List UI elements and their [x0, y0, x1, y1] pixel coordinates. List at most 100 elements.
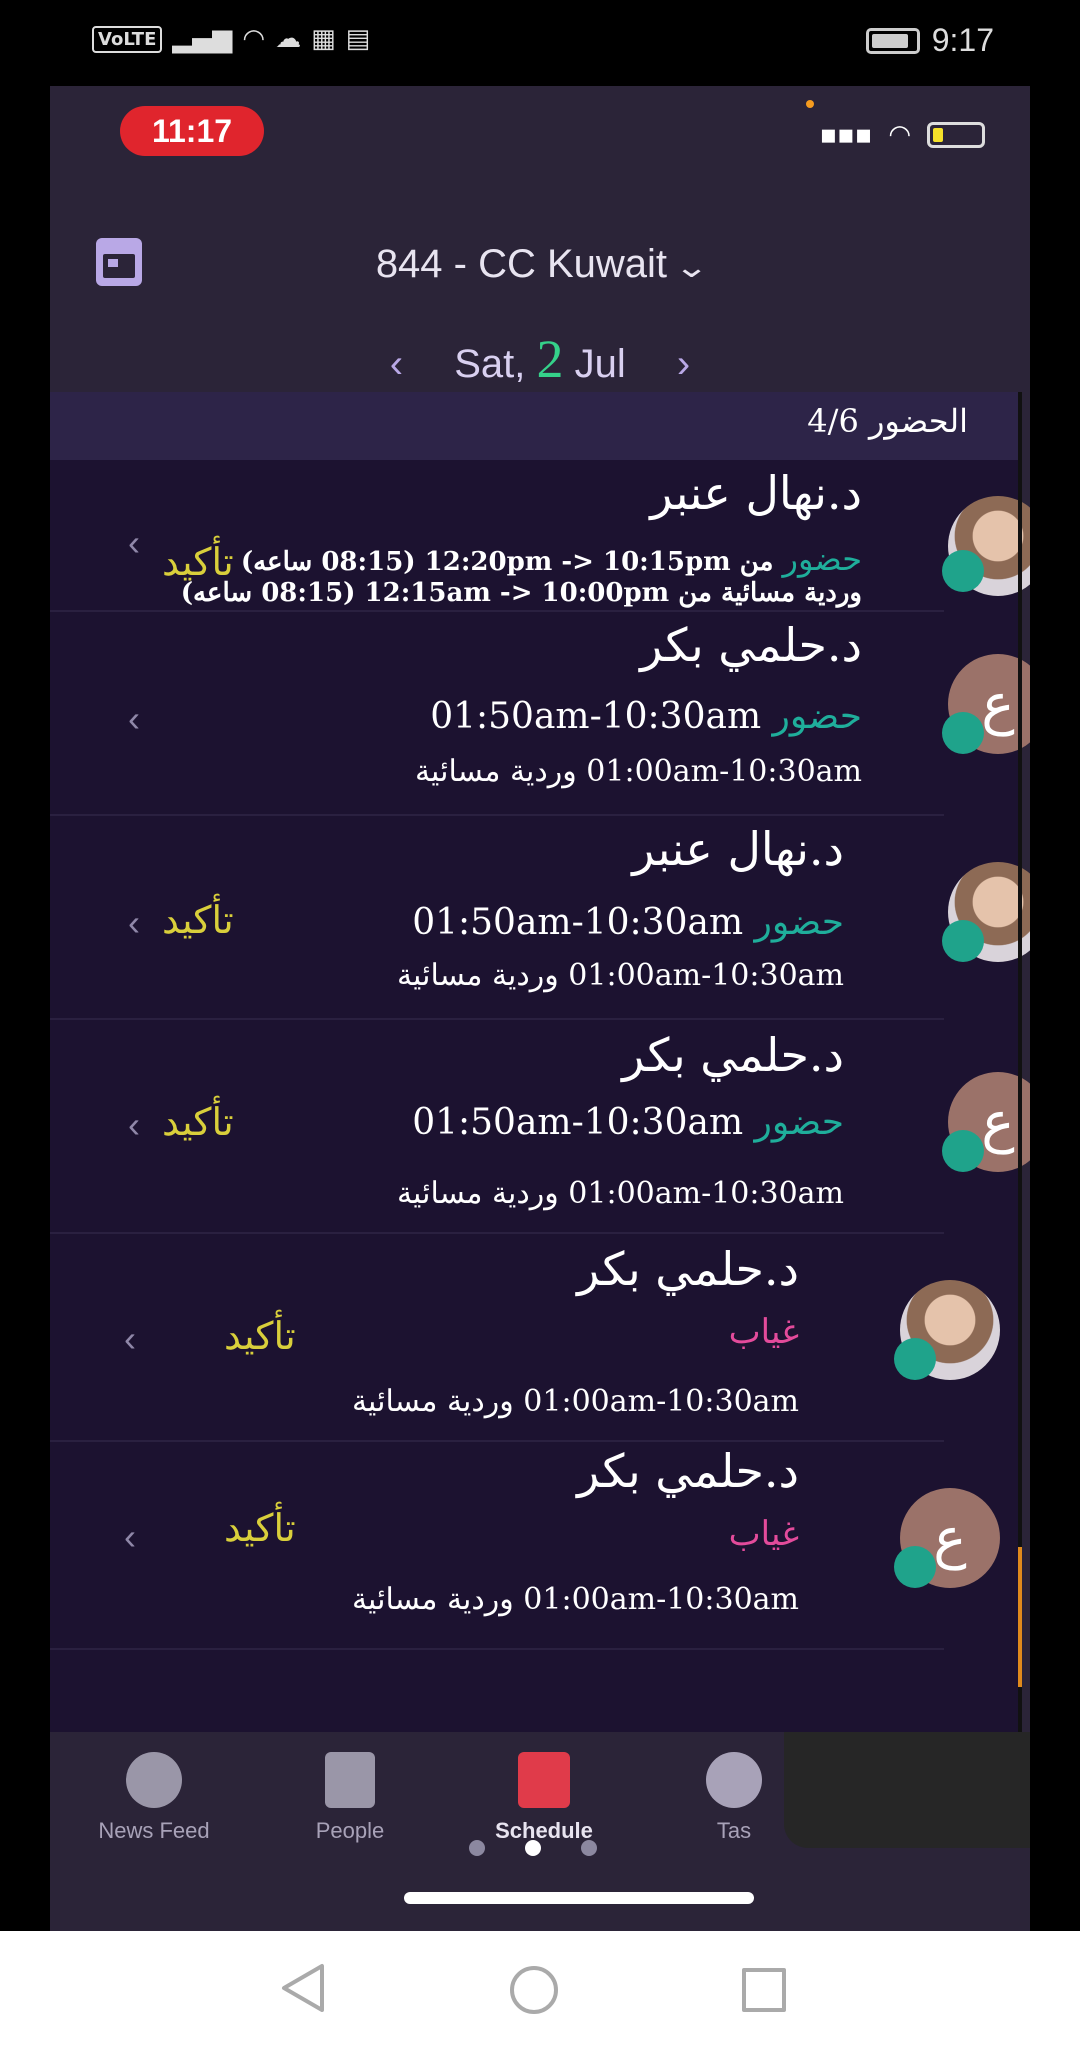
shift-line: 01:00am-10:30am وردية مسائية: [351, 1384, 799, 1419]
check-icon: [706, 1752, 762, 1808]
next-day-icon[interactable]: ›: [677, 342, 690, 387]
recents-icon[interactable]: [742, 1968, 786, 2012]
page-dot: [469, 1840, 485, 1856]
chevron-left-icon[interactable]: ‹: [128, 522, 140, 564]
status-dot: [894, 1338, 936, 1380]
list-item[interactable]: د.حلمي بكر غياب 01:00am-10:30am وردية مس…: [50, 1236, 1000, 1442]
inner-signal-icon: ▪▪▪: [819, 120, 873, 150]
app-screen: 11:17 ▪▪▪ ◠ 844 - CC Kuwait ⌄ ‹ Sat, 2 Ju…: [50, 86, 1030, 1931]
chevron-down-icon: ⌄: [674, 251, 710, 284]
mic-indicator-icon: [806, 100, 814, 108]
list-item[interactable]: د.نهال عنبر حضور من 12:20pm -> 10:15pm (…: [50, 460, 1030, 612]
home-icon[interactable]: [510, 1966, 558, 2014]
inner-wifi-icon: ◠: [888, 120, 911, 150]
device-status-bar: VoLTE ▂▄▆ ◠ ☁ ▦ ▤ 9:17: [0, 0, 1080, 86]
date-month: Jul: [574, 342, 626, 386]
status-dot: [942, 920, 984, 962]
attendance-list: الحضور 4/6 د.نهال عنبر حضور من 12:20pm -…: [50, 392, 1030, 1732]
confirm-button[interactable]: تأكيد: [162, 898, 234, 942]
device-time: 9:17: [931, 22, 994, 58]
attendance-time: 01:50am-10:30am: [412, 1102, 744, 1143]
chevron-left-icon[interactable]: ‹: [124, 1318, 136, 1360]
status-icons-left: VoLTE ▂▄▆ ◠ ☁ ▦ ▤: [92, 24, 370, 54]
news-notif-icon: ▤: [345, 24, 371, 54]
attendance-line: غياب: [729, 1312, 799, 1352]
attendance-line: حضور 01:50am-10:30am: [430, 696, 862, 737]
tab-schedule[interactable]: Schedule: [464, 1752, 624, 1844]
attendance-tag: حضور: [754, 902, 844, 943]
attendance-line: حضور 01:50am-10:30am: [412, 902, 844, 943]
page-indicator: [50, 1840, 1022, 1860]
signal-icon: ▂▄▆: [172, 24, 233, 54]
attendance-tag: حضور: [754, 1102, 844, 1143]
inner-time-pill: 11:17: [120, 106, 264, 156]
list-item[interactable]: ع د.حلمي بكر غياب 01:00am-10:30am وردية …: [50, 1444, 1000, 1650]
attendance-time: من 12:20pm -> 10:15pm (08:15 ساعه): [240, 547, 774, 577]
employee-name: د.حلمي بكر: [577, 1242, 799, 1296]
confirm-button[interactable]: تأكيد: [162, 1100, 234, 1144]
chevron-left-icon[interactable]: ‹: [124, 1516, 136, 1558]
people-icon: [325, 1752, 375, 1808]
back-icon[interactable]: [278, 1962, 326, 2014]
chevron-left-icon[interactable]: ‹: [128, 698, 140, 740]
attendance-tag: حضور: [772, 696, 862, 737]
page-dot-active: [525, 1840, 541, 1856]
shift-line: 01:00am-10:30am وردية مسائية: [414, 754, 862, 789]
home-indicator: [404, 1892, 754, 1904]
attendance-summary: الحضور 4/6: [50, 392, 1022, 460]
confirm-button[interactable]: تأكيد: [162, 540, 234, 584]
prev-day-icon[interactable]: ‹: [390, 342, 403, 387]
cloud-icon: ☁: [275, 24, 302, 54]
wifi-icon: ◠: [242, 24, 266, 54]
inner-status-icons: ▪▪▪ ◠: [819, 120, 985, 150]
shift-line: وردية مسائية من 12:15am -> 10:00pm (08:1…: [180, 578, 862, 608]
absence-tag: غياب: [728, 1312, 799, 1352]
employee-name: د.حلمي بكر: [622, 1028, 844, 1082]
tab-news-feed[interactable]: News Feed: [74, 1752, 234, 1844]
list-item[interactable]: ع د.حلمي بكر حضور 01:50am-10:30am 01:00a…: [50, 614, 1030, 816]
shift-line: 01:00am-10:30am وردية مسائية: [396, 1176, 844, 1211]
status-dot: [894, 1546, 936, 1588]
inner-status-bar: 11:17 ▪▪▪ ◠: [50, 86, 1030, 196]
attendance-time: 01:50am-10:30am: [412, 902, 744, 943]
tab-people[interactable]: People: [270, 1752, 430, 1844]
confirm-button[interactable]: تأكيد: [224, 1314, 296, 1358]
schedule-icon: [518, 1752, 570, 1808]
volte-icon: VoLTE: [92, 25, 163, 53]
scrollbar[interactable]: [1018, 392, 1022, 1732]
shift-line: 01:00am-10:30am وردية مسائية: [396, 958, 844, 993]
employee-name: د.حلمي بكر: [640, 618, 862, 672]
confirm-button[interactable]: تأكيد: [224, 1506, 296, 1550]
battery-icon: [865, 27, 920, 54]
attendance-summary-text: الحضور 4/6: [807, 402, 968, 440]
schedule-header: 844 - CC Kuwait ⌄ ‹ Sat, 2 Jul ›: [50, 196, 1030, 494]
status-dot: [942, 1130, 984, 1172]
status-icons-right: 9:17: [865, 22, 994, 59]
attendance-line: حضور من 12:20pm -> 10:15pm (08:15 ساعه): [241, 540, 862, 578]
attendance-time: 01:50am-10:30am: [430, 696, 762, 737]
attendance-tag: حضور: [782, 540, 862, 578]
date-navigator: ‹ Sat, 2 Jul ›: [50, 328, 1030, 390]
status-dot: [942, 712, 984, 754]
date-day: 2: [536, 329, 564, 389]
chevron-left-icon[interactable]: ‹: [128, 902, 140, 944]
date-prefix: Sat,: [454, 342, 526, 386]
employee-name: د.نهال عنبر: [650, 466, 862, 520]
calendar-notif-icon: ▦: [311, 24, 336, 54]
inner-battery-icon: [927, 122, 985, 148]
bottom-tab-bar: News Feed People Schedule Tas: [50, 1732, 1030, 1931]
page-dot: [581, 1840, 597, 1856]
shift-line: 01:00am-10:30am وردية مسائية: [351, 1582, 799, 1617]
list-item[interactable]: د.نهال عنبر حضور 01:50am-10:30am 01:00am…: [50, 818, 1030, 1020]
news-feed-icon: [126, 1752, 182, 1808]
attendance-line: حضور 01:50am-10:30am: [412, 1102, 844, 1143]
list-item[interactable]: ع د.حلمي بكر حضور 01:50am-10:30am 01:00a…: [50, 1022, 1030, 1234]
location-label: 844 - CC Kuwait: [375, 242, 668, 286]
employee-name: د.حلمي بكر: [577, 1444, 799, 1498]
scrollbar-thumb[interactable]: [1018, 1547, 1022, 1687]
location-selector[interactable]: 844 - CC Kuwait ⌄: [50, 242, 1030, 287]
overlay-box: [784, 1732, 1030, 1848]
chevron-left-icon[interactable]: ‹: [128, 1104, 140, 1146]
absence-tag: غياب: [728, 1514, 799, 1554]
employee-name: د.نهال عنبر: [632, 822, 844, 876]
